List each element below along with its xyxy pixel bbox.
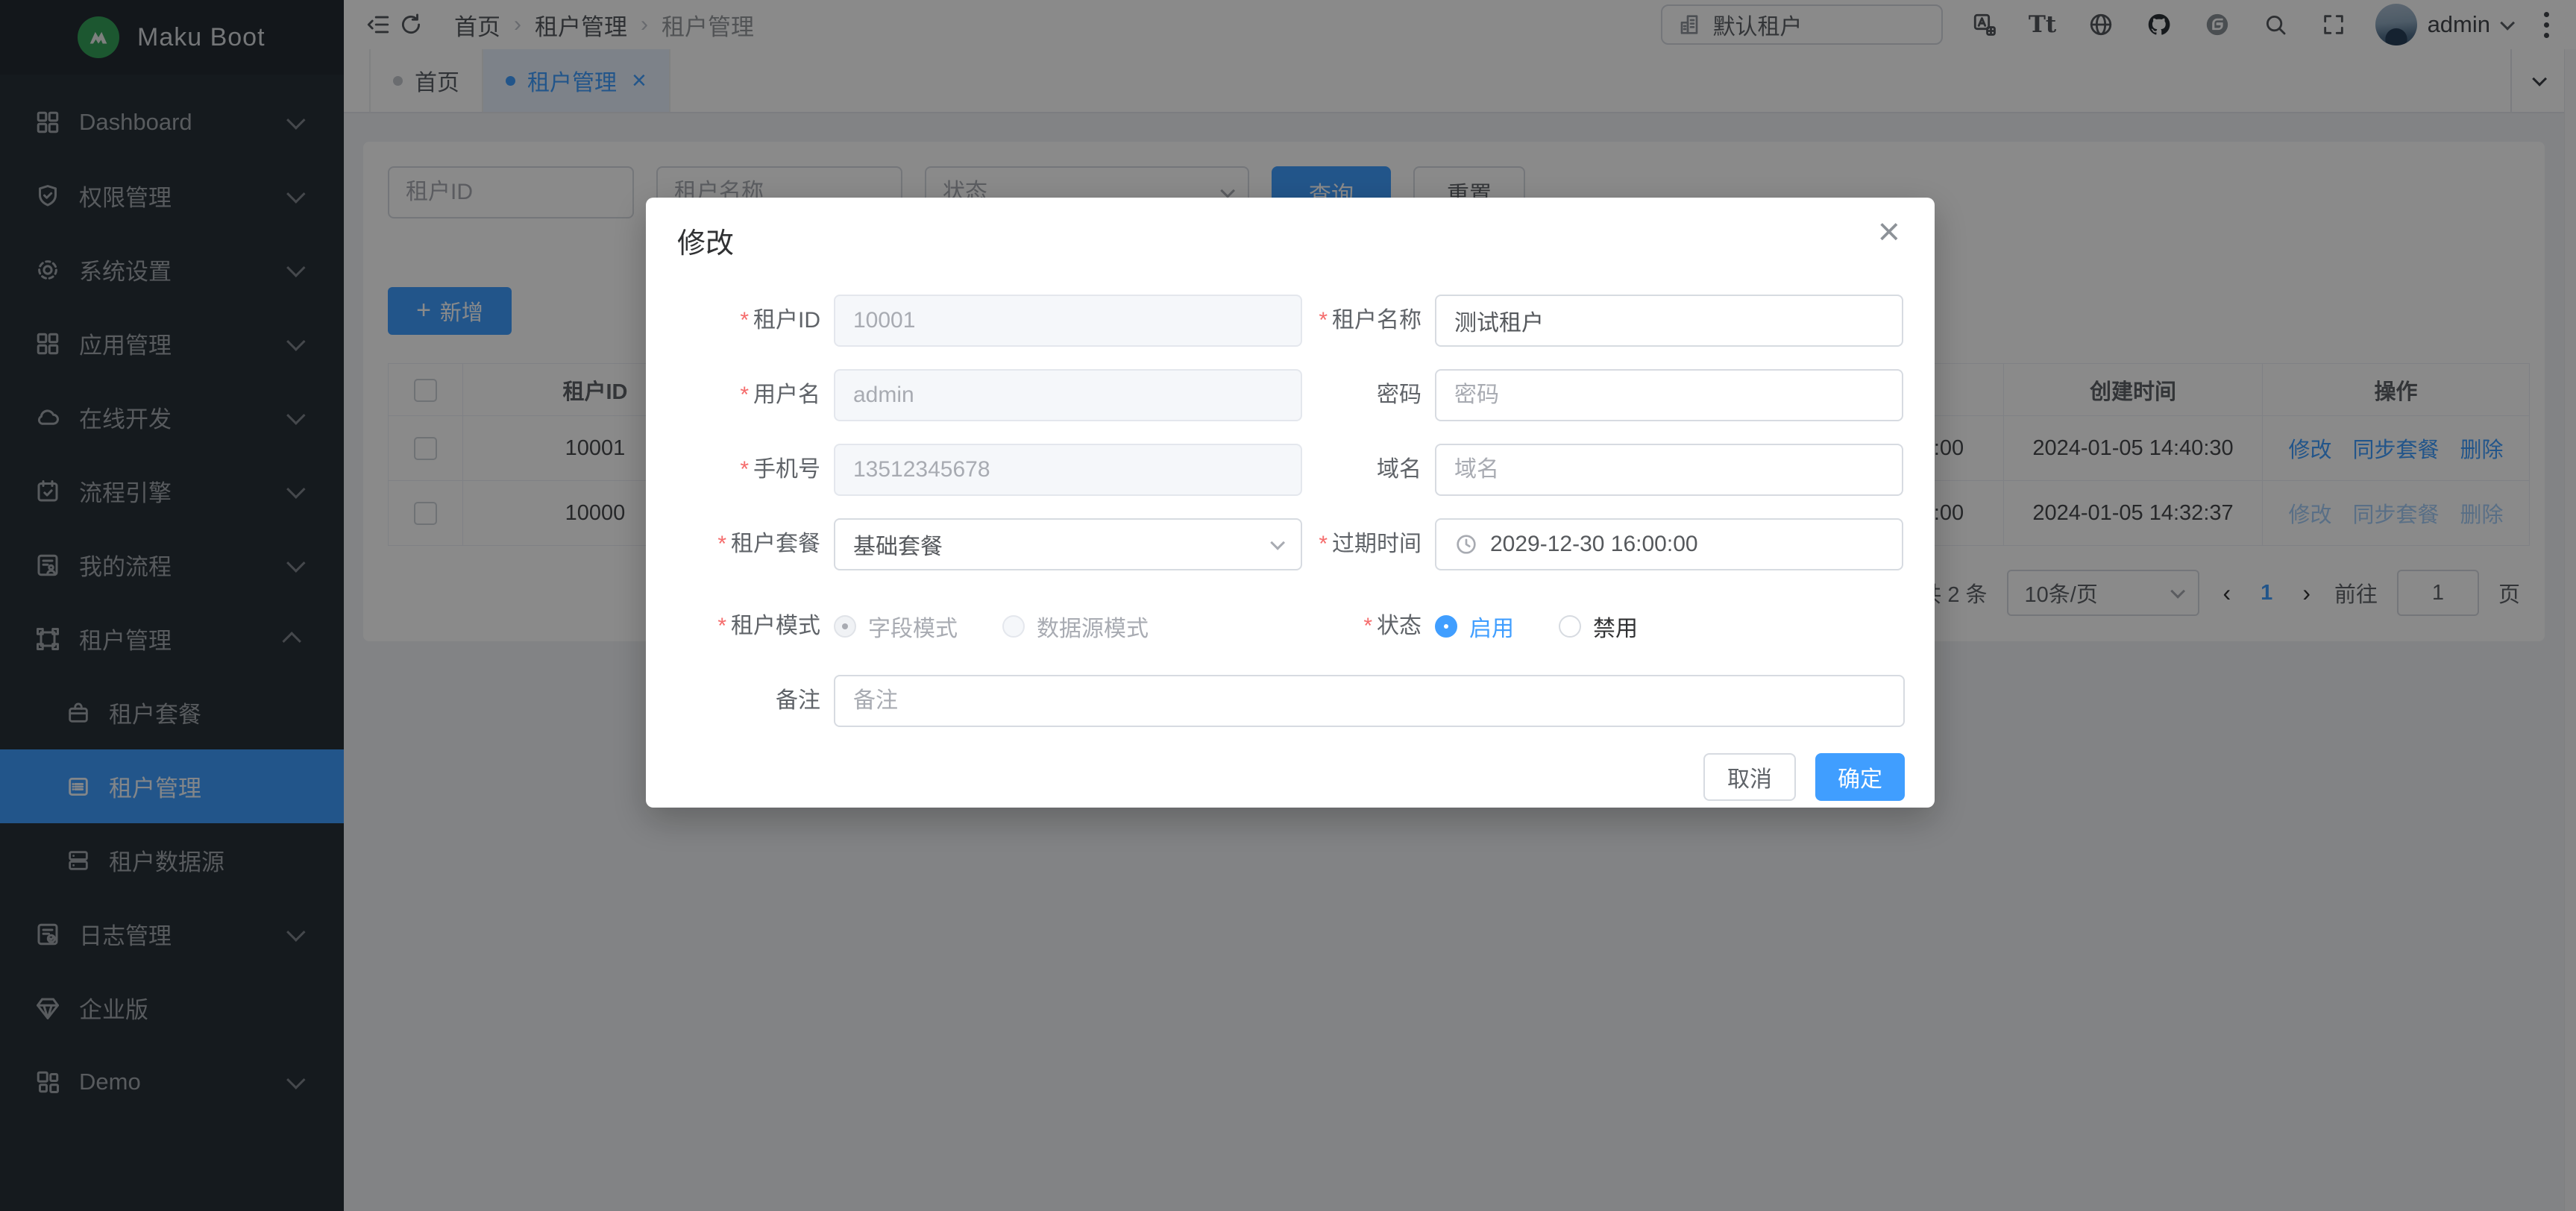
field-label: 备注 [676,675,834,727]
field-username: 用户名 [676,369,1302,421]
tenant-id-input [834,295,1302,347]
dialog-footer: 取消 确定 [676,753,1905,801]
field-domain: 域名 [1302,444,1903,496]
radio-datasource-mode: 数据源模式 [1002,610,1149,643]
mobile-input [834,444,1302,496]
radio-dot-icon [1002,615,1025,638]
clock-icon [1454,532,1478,556]
dialog-form: 租户ID 租户名称 用户名 密码 手机号 域名 [676,295,1905,801]
expire-time-value: 2029-12-30 16:00:00 [1490,532,1698,557]
field-label: 租户ID [676,295,834,347]
field-label: 过期时间 [1302,518,1435,570]
field-label: 租户套餐 [676,518,834,570]
expire-time-picker[interactable]: 2029-12-30 16:00:00 [1435,518,1903,570]
field-tenant-name: 租户名称 [1302,295,1903,347]
radio-status-enabled[interactable]: 启用 [1435,610,1514,643]
tenant-name-input[interactable] [1435,295,1903,347]
radio-field-mode: 字段模式 [834,610,958,643]
radio-dot-icon [1559,615,1581,638]
field-label: 密码 [1302,369,1435,421]
password-input[interactable] [1435,369,1903,421]
field-package: 租户套餐 基础套餐 [676,518,1302,570]
field-mobile: 手机号 [676,444,1302,496]
field-label: 用户名 [676,369,834,421]
field-label: 租户名称 [1302,295,1435,347]
radio-status-disabled[interactable]: 禁用 [1559,610,1638,643]
field-tenant-id: 租户ID [676,295,1302,347]
package-select[interactable]: 基础套餐 [834,518,1302,570]
username-input [834,369,1302,421]
field-label: 状态 [1302,611,1435,641]
domain-input[interactable] [1435,444,1903,496]
cancel-button[interactable]: 取消 [1703,753,1796,801]
field-label: 租户模式 [676,611,834,641]
edit-tenant-dialog: 修改 × 租户ID 租户名称 用户名 密码 手机号 [646,198,1935,808]
radio-dot-icon [834,615,856,638]
radio-dot-icon [1435,615,1457,638]
chevron-down-icon [1270,535,1285,550]
package-select-value: 基础套餐 [853,528,943,561]
field-password: 密码 [1302,369,1903,421]
dialog-close-icon[interactable]: × [1873,208,1905,256]
field-status: 状态 启用 禁用 [1302,610,1638,643]
field-label: 域名 [1302,444,1435,496]
field-label: 手机号 [676,444,834,496]
field-expire-time: 过期时间 2029-12-30 16:00:00 [1302,518,1903,570]
field-remark: 备注 [676,675,1905,727]
confirm-button[interactable]: 确定 [1815,753,1905,801]
dialog-title: 修改 [677,220,734,261]
field-tenant-mode: 租户模式 字段模式 数据源模式 [676,610,1302,643]
remark-input[interactable] [834,675,1905,727]
